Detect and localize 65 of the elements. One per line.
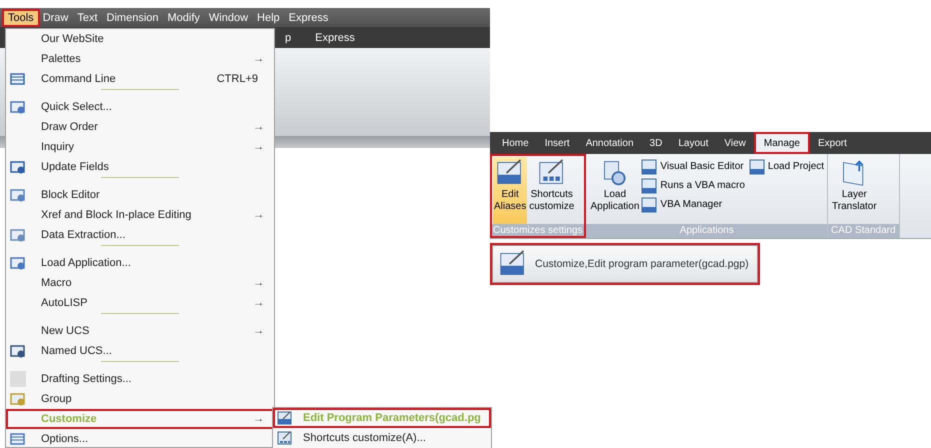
ribbon-tab[interactable]: View	[716, 132, 754, 154]
pencil-keys-icon	[277, 430, 293, 446]
menu-item[interactable]: Quick Select...	[6, 97, 274, 117]
menu-item[interactable]: Draw Order →	[6, 117, 274, 137]
menu-item[interactable]: Options...	[6, 429, 274, 448]
menu-item[interactable]: AutoLISP →	[6, 293, 274, 313]
panel-title: CAD Standard	[828, 224, 899, 238]
menu-title[interactable]: Help	[253, 10, 284, 24]
ribbon-tab[interactable]: Express	[315, 32, 355, 44]
menu-item[interactable]: Shortcuts customize(A)...	[273, 428, 491, 448]
ribbon-tab[interactable]: Insert	[536, 132, 578, 154]
menu-item[interactable]: Customize →	[6, 409, 274, 429]
menu-item[interactable]: Palettes →	[6, 49, 274, 69]
ribbon-button[interactable]: VBA Manager	[641, 195, 745, 214]
menu-item[interactable]: Data Extraction...	[6, 225, 274, 245]
ribbon-button[interactable]: Load Project	[748, 157, 824, 176]
pgp-pencil-icon	[277, 410, 293, 426]
ribbon-tab[interactable]: Export	[810, 132, 855, 154]
submenu-arrow: →	[253, 121, 264, 133]
ribbon-tab[interactable]: Annotation	[578, 132, 642, 154]
menu-title[interactable]: Express	[284, 10, 332, 24]
submenu-arrow: →	[253, 141, 264, 153]
panel-title: Applications	[586, 224, 828, 238]
ribbon-button[interactable]: Edit Aliases	[493, 157, 528, 224]
submenu-arrow: →	[253, 413, 264, 425]
menu-title[interactable]: Draw	[38, 10, 72, 24]
menu-item[interactable]: New UCS →	[6, 321, 274, 341]
blank-square-icon	[10, 371, 26, 387]
tooltip: Customize,Edit program parameter(gcad.pgp)	[492, 245, 758, 283]
menu-item[interactable]: Load Application...	[6, 253, 274, 273]
menu-item[interactable]: Command Line CTRL+9	[6, 69, 274, 89]
ribbon-tab[interactable]: Layout	[670, 132, 716, 154]
menu-item[interactable]: Named UCS...	[6, 341, 274, 361]
ribbon-button[interactable]: Runs a VBA macro	[641, 176, 745, 195]
ribbon-tab[interactable]: Home	[494, 132, 537, 154]
menu-item[interactable]: Block Editor	[6, 185, 274, 205]
menu-title[interactable]: Dimension	[102, 10, 163, 24]
menu-item[interactable]: Inquiry →	[6, 137, 274, 157]
submenu-arrow: →	[253, 297, 264, 309]
ribbon-tab[interactable]: Manage	[754, 132, 810, 154]
panel-title: Customizes settings	[490, 224, 586, 238]
menu-item[interactable]: Drafting Settings...	[6, 369, 274, 389]
ribbon-button[interactable]: Shortcuts customize	[528, 157, 576, 224]
ribbon-tab[interactable]: p	[285, 32, 292, 44]
submenu-arrow: →	[253, 325, 264, 337]
menu-title[interactable]: Modify	[164, 10, 204, 24]
table-icon	[10, 431, 26, 447]
menu-title[interactable]: Tools	[4, 10, 38, 24]
ribbon-button[interactable]: Visual Basic Editor	[641, 157, 745, 176]
submenu-arrow: →	[253, 277, 264, 289]
submenu-arrow: →	[253, 53, 264, 65]
submenu-arrow: →	[253, 209, 264, 221]
menu-item[interactable]: Xref and Block In-place Editing →	[6, 205, 274, 225]
ribbon-button[interactable]: Load Application	[589, 157, 640, 224]
ribbon-button[interactable]: Layer Translator	[831, 157, 878, 224]
ribbon-tab[interactable]: 3D	[642, 132, 670, 154]
menu-item[interactable]: Group	[6, 389, 274, 409]
menu-item[interactable]: Our WebSite	[6, 29, 274, 49]
menu-title[interactable]: Text	[73, 10, 102, 24]
pgp-pencil-icon	[499, 250, 527, 278]
menu-item[interactable]: Update Fields	[6, 157, 274, 177]
pencil-keys-icon	[538, 159, 566, 187]
window-icon	[10, 71, 26, 87]
menu-item[interactable]: Macro →	[6, 273, 274, 293]
menu-title[interactable]: Window	[204, 10, 252, 24]
